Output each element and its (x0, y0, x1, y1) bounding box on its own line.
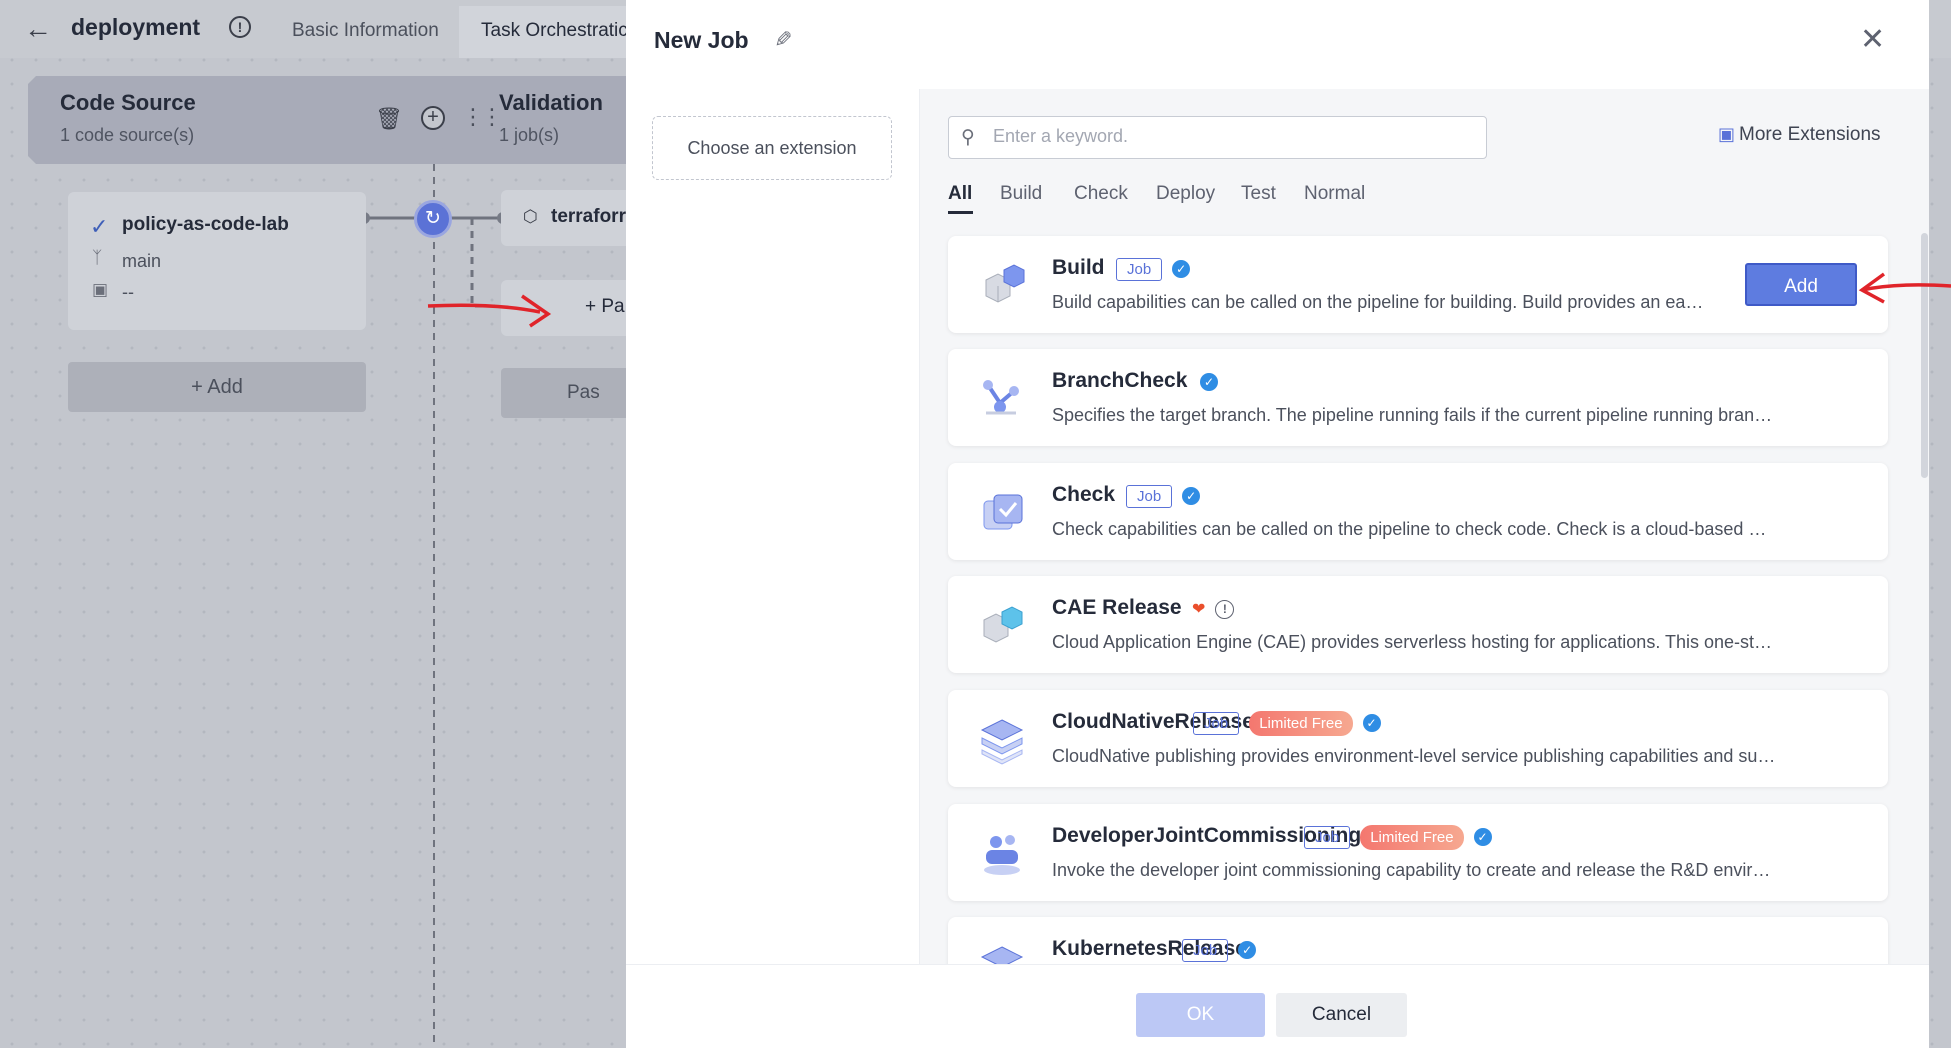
extension-item-cae-release[interactable]: CAE Release ❤ ! Cloud Application Engine… (948, 576, 1888, 673)
more-extensions-label: More Extensions (1739, 124, 1881, 145)
check-shield-icon (983, 494, 1023, 530)
job-card-terraform[interactable]: ⬡ terraforr (501, 190, 641, 246)
pass-condition-button[interactable]: Pas (501, 368, 641, 418)
tab-basic-information[interactable]: Basic Information (292, 20, 439, 42)
repo-branch: main (122, 251, 162, 271)
add-button[interactable]: Add (1745, 263, 1857, 306)
repo-logo-icon: ✓ (90, 214, 109, 239)
extension-description: Cloud Application Engine (CAE) provides … (1052, 632, 1773, 652)
stage-subtitle: 1 job(s) (499, 125, 560, 145)
info-icon[interactable]: ! (1215, 599, 1235, 619)
drawer-footer: OK Cancel (626, 964, 1929, 1048)
cloudnative-release-icon (980, 719, 1024, 765)
branch-icon: ᛉ (92, 248, 103, 267)
verified-icon: ✓ (1473, 828, 1492, 846)
limited-free-badge: Limited Free (1249, 710, 1353, 736)
search-icon: ⚲ (961, 127, 975, 148)
badge-group: ❤ ! (1192, 596, 1235, 622)
puzzle-icon: ▣ (1718, 124, 1736, 144)
extension-list-panel: ⚲ ▣More Extensions All Build Check Deplo… (920, 89, 1929, 964)
extension-item-developer-joint-commissioning[interactable]: DeveloperJointCommissioning Job Limited … (948, 804, 1888, 901)
extension-item-check[interactable]: Check Job ✓ Check capabilities can be ca… (948, 463, 1888, 560)
more-extensions-link[interactable]: ▣ More Extensions (1718, 124, 1881, 146)
repo-extra: -- (122, 282, 134, 302)
branch-check-icon (983, 380, 1019, 415)
developer-commissioning-icon (984, 835, 1020, 875)
tab-test[interactable]: Test (1241, 183, 1276, 205)
job-badge: Job (1116, 257, 1163, 281)
sync-link-icon[interactable]: ↻ (414, 200, 452, 238)
add-parallel-job-button[interactable]: + Pa (501, 280, 641, 336)
badge-group: Job ✓ (1182, 937, 1257, 963)
job-badge: Job (1182, 938, 1229, 962)
cae-release-icon (983, 606, 1023, 643)
extension-item-branchcheck[interactable]: BranchCheck ✓ Specifies the target branc… (948, 349, 1888, 446)
stage-code-source[interactable]: Code Source 1 code source(s) 🗑 (28, 76, 453, 164)
new-job-drawer: New Job ✎ ✕ Choose an extension ⚲ ▣More … (626, 0, 1929, 1048)
verified-icon: ✓ (1362, 714, 1381, 732)
extension-item-kubernetes-release[interactable]: KubernetesRelease Job ✓ (948, 917, 1888, 964)
tab-all[interactable]: All (948, 183, 972, 205)
job-cube-icon: ⬡ (523, 207, 538, 226)
extension-description: Build capabilities can be called on the … (1052, 292, 1704, 312)
job-badge: Job (1193, 711, 1240, 735)
verified-icon: ✓ (1200, 373, 1218, 391)
drawer-title: New Job (654, 27, 749, 53)
hot-fire-icon: ❤ (1192, 601, 1206, 618)
extension-item-cloudnative-release[interactable]: CloudNativeRelease Job Limited Free ✓ Cl… (948, 690, 1888, 787)
stage-subtitle: 1 code source(s) (60, 125, 195, 145)
extension-description: Check capabilities can be called on the … (1052, 519, 1767, 539)
code-source-card[interactable]: ✓ policy-as-code-lab ᛉ main ▣ -- (68, 192, 366, 330)
job-badge: Job (1126, 484, 1173, 508)
briefcase-icon: ▣ (92, 280, 109, 299)
job-name: terraforr (551, 206, 626, 227)
verified-icon: ✓ (1182, 487, 1201, 505)
extension-description: CloudNative publishing provides environm… (1052, 746, 1776, 766)
tab-build[interactable]: Build (1000, 183, 1042, 205)
info-icon[interactable]: ! (229, 16, 251, 38)
extension-description: Specifies the target branch. The pipelin… (1052, 405, 1773, 425)
add-stage-plus-icon[interactable]: + (421, 106, 445, 130)
stage-title: Validation (499, 90, 603, 115)
badge-group: ✓ (1200, 369, 1218, 395)
extension-item-build[interactable]: Build Job ✓ Build capabilities can be ca… (948, 236, 1888, 333)
pipeline-title: deployment (71, 14, 201, 40)
extension-name: Build (1052, 256, 1105, 279)
extension-description: Invoke the developer joint commissioning… (1052, 860, 1771, 880)
extension-name: BranchCheck (1052, 369, 1188, 392)
drag-handle-icon[interactable]: ⋮⋮ (462, 104, 503, 130)
badge-group: Job ✓ (1126, 483, 1201, 509)
close-icon[interactable]: ✕ (1860, 22, 1885, 57)
verified-icon: ✓ (1172, 260, 1191, 278)
job-steps-panel: Choose an extension (626, 89, 920, 964)
tab-check[interactable]: Check (1074, 183, 1128, 205)
choose-extension-placeholder[interactable]: Choose an extension (652, 116, 892, 180)
extension-name: CAE Release (1052, 596, 1182, 619)
extension-name: Check (1052, 483, 1116, 506)
scrollbar-thumb[interactable] (1921, 233, 1928, 478)
active-tab-underline (948, 211, 973, 214)
build-cube-icon (985, 264, 1025, 303)
cancel-button[interactable]: Cancel (1276, 993, 1407, 1037)
ok-button[interactable]: OK (1136, 993, 1265, 1037)
job-badge: Job (1304, 825, 1351, 849)
repo-name: policy-as-code-lab (122, 214, 289, 235)
search-box[interactable]: ⚲ (948, 116, 1487, 159)
trash-icon[interactable]: 🗑 (375, 106, 403, 132)
stage-title: Code Source (60, 90, 196, 115)
verified-icon: ✓ (1238, 941, 1257, 959)
badge-group: Job Limited Free ✓ (1304, 824, 1492, 850)
back-arrow-icon[interactable]: ← (24, 13, 52, 45)
add-code-source-button[interactable]: + Add (68, 362, 366, 412)
tab-task-orchestration[interactable]: Task Orchestratic (459, 6, 629, 58)
tab-deploy[interactable]: Deploy (1156, 183, 1215, 205)
limited-free-badge: Limited Free (1360, 824, 1464, 850)
edit-pencil-icon[interactable]: ✎ (774, 27, 792, 53)
search-input[interactable] (993, 126, 1473, 147)
badge-group: Job Limited Free ✓ (1193, 710, 1381, 736)
kubernetes-release-icon (980, 946, 1024, 964)
badge-group: Job ✓ (1116, 256, 1191, 282)
tab-normal[interactable]: Normal (1304, 183, 1365, 205)
